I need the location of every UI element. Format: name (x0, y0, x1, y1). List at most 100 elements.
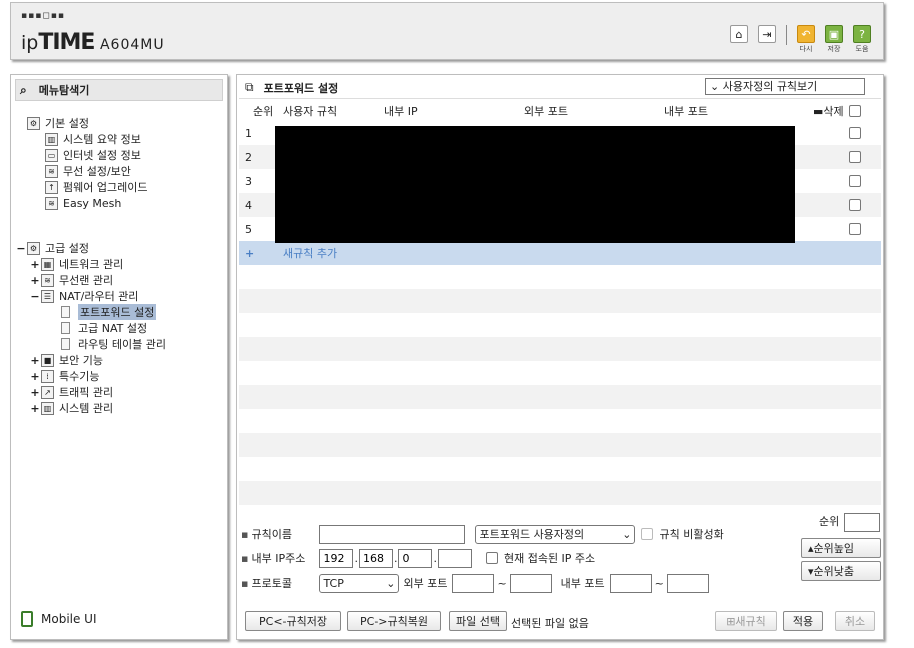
tree-basic-settings[interactable]: ⚙ 기본 설정 (27, 115, 89, 131)
tree-item-internet-info[interactable]: ▭ 인터넷 설정 정보 (45, 147, 141, 163)
special-icon: ⁞ (41, 369, 54, 383)
redo-icon: ↶ (797, 25, 815, 43)
col-delete: ▬삭제 (813, 105, 844, 118)
disable-rule-label: 규칙 비활성화 (659, 528, 724, 541)
internal-port-start[interactable] (609, 573, 652, 593)
new-rule-button[interactable]: ⊞ 새규칙 (715, 611, 777, 631)
menu-explorer-title: 메뉴탐색기 (38, 84, 90, 97)
internal-port-label: 내부 포트 (560, 577, 605, 590)
external-port-start[interactable] (452, 573, 495, 593)
external-port-end[interactable] (509, 573, 552, 593)
view-rules-select[interactable]: ⌄ 사용자정의 규칙보기 (705, 78, 865, 95)
add-rule-row[interactable]: + 새규칙 추가 (239, 241, 881, 265)
expand-icon[interactable]: + (29, 274, 41, 287)
tree-item-wireless-lan[interactable]: + ≋ 무선랜 관리 (29, 272, 113, 288)
order-input[interactable] (844, 513, 880, 532)
ip-octet-3[interactable] (398, 548, 433, 568)
ip-octet-2[interactable] (358, 548, 393, 568)
protocol-label: 프로토콜 (251, 577, 292, 590)
row-checkbox[interactable] (849, 151, 861, 163)
monitor-icon: ▭ (45, 148, 58, 162)
expand-icon[interactable]: + (29, 386, 41, 399)
help-button[interactable]: ? 도움 (851, 25, 873, 54)
tree-advanced-settings[interactable]: − ⚙ 고급 설정 (15, 240, 89, 256)
row-checkbox[interactable] (849, 127, 861, 139)
brand-ip: ip (21, 32, 39, 54)
tree-item-nat-router[interactable]: − ☰ NAT/라우터 관리 (29, 288, 138, 304)
ip-octet-1[interactable] (319, 548, 354, 568)
internal-ip-row: ▪ 내부 IP주소 . . . 현재 접속된 IP 주소 (241, 548, 595, 568)
chevron-down-icon: ⌄ (710, 80, 723, 93)
select-all-checkbox[interactable] (849, 105, 861, 117)
table-header: 순위 사용자 규칙 내부 IP 외부 포트 내부 포트 ▬삭제 (239, 101, 881, 121)
mobile-ui-link[interactable]: Mobile UI (21, 611, 97, 627)
page-settings-icon: ⧉ (245, 80, 254, 94)
delete-all-icon: ▬ (813, 105, 824, 118)
tree-item-firmware-upgrade[interactable]: ↑ 펌웨어 업그레이드 (45, 179, 147, 195)
rule-name-row: ▪ 규칙이름 포트포워드 사용자정의 ⌄ 규칙 비활성화 (241, 524, 724, 544)
empty-row (239, 433, 881, 457)
tree-item-traffic[interactable]: + ↗ 트래픽 관리 (29, 384, 113, 400)
redo-button[interactable]: ↶ 다시 (795, 25, 817, 54)
brand-time: TIME (38, 30, 95, 55)
empty-row (239, 457, 881, 481)
col-internal-port: 내부 포트 (664, 105, 708, 118)
save-caption: 저장 (827, 45, 841, 53)
upgrade-icon: ↑ (45, 180, 58, 194)
tree-item-security[interactable]: + ■ 보안 기능 (29, 352, 103, 368)
move-up-button[interactable]: ▴ 순위높임 (801, 538, 881, 558)
save-button[interactable]: ▣ 저장 (823, 25, 845, 54)
logout-button[interactable]: ⇥ (756, 25, 778, 43)
tree-item-routing-table[interactable]: 라우팅 테이블 관리 (61, 336, 166, 352)
expand-icon[interactable]: + (29, 402, 41, 415)
tree-item-system[interactable]: + ▥ 시스템 관리 (29, 400, 113, 416)
file-select-button[interactable]: 파일 선택 (449, 611, 507, 631)
order-label: 순위 (819, 515, 840, 528)
rule-type-select[interactable]: 포트포워드 사용자정의 ⌄ (475, 524, 636, 544)
empty-row (239, 289, 881, 313)
empty-row (239, 313, 881, 337)
tree-item-special[interactable]: + ⁞ 특수기능 (29, 368, 99, 384)
tree-item-system-summary[interactable]: ▥ 시스템 요약 정보 (45, 131, 141, 147)
empty-row (239, 385, 881, 409)
apply-button[interactable]: 적용 (783, 611, 823, 631)
disable-rule-checkbox[interactable] (641, 528, 654, 540)
tree-item-easy-mesh[interactable]: ≋ Easy Mesh (45, 195, 121, 211)
mesh-icon: ≋ (45, 196, 58, 210)
restore-from-pc-button[interactable]: PC->규칙복원 (347, 611, 441, 631)
rule-name-input[interactable] (319, 524, 466, 544)
empty-row (239, 361, 881, 385)
row-checkbox[interactable] (849, 199, 861, 211)
external-port-label: 외부 포트 (403, 577, 448, 590)
help-caption: 도움 (855, 45, 869, 53)
router-icon: ☰ (41, 289, 54, 303)
protocol-select[interactable]: TCP ⌄ (319, 573, 400, 593)
toolbar-divider (786, 25, 787, 45)
expand-icon[interactable]: + (29, 258, 41, 271)
plus-icon: + (245, 246, 255, 260)
help-icon: ? (853, 25, 871, 43)
tree-item-wireless-security[interactable]: ≋ 무선 설정/보안 (45, 163, 131, 179)
tree-item-network[interactable]: + ▦ 네트워크 관리 (29, 256, 123, 272)
save-to-pc-button[interactable]: PC<-규칙저장 (245, 611, 341, 631)
ip-octet-4[interactable] (437, 548, 472, 568)
current-ip-checkbox[interactable] (485, 552, 498, 564)
expand-icon[interactable]: + (29, 354, 41, 367)
menu-explorer-header: ⌕ 메뉴탐색기 (15, 79, 223, 101)
protocol-row: ▪ 프로토콜 TCP ⌄ 외부 포트 ~ 내부 포트 ~ (241, 573, 709, 593)
internal-port-end[interactable] (666, 573, 709, 593)
page-icon (61, 306, 70, 318)
expand-icon[interactable]: + (29, 370, 41, 383)
wifi-icon: ≋ (41, 273, 54, 287)
tree-item-port-forward[interactable]: 포트포워드 설정 (61, 304, 157, 320)
row-checkbox[interactable] (849, 175, 861, 187)
row-checkbox[interactable] (849, 223, 861, 235)
collapse-icon[interactable]: − (29, 290, 41, 303)
cancel-button[interactable]: 취소 (835, 611, 875, 631)
move-down-button[interactable]: ▾ 순위낮춤 (801, 561, 881, 581)
tree-item-advanced-nat[interactable]: 고급 NAT 설정 (61, 320, 147, 336)
empty-row (239, 337, 881, 361)
home-button[interactable]: ⌂ (728, 25, 750, 43)
menu-explorer: ⌕ 메뉴탐색기 ⚙ 기본 설정 ▥ 시스템 요약 정보 ▭ 인터넷 설정 정보 … (10, 74, 228, 640)
collapse-icon[interactable]: − (15, 242, 27, 255)
